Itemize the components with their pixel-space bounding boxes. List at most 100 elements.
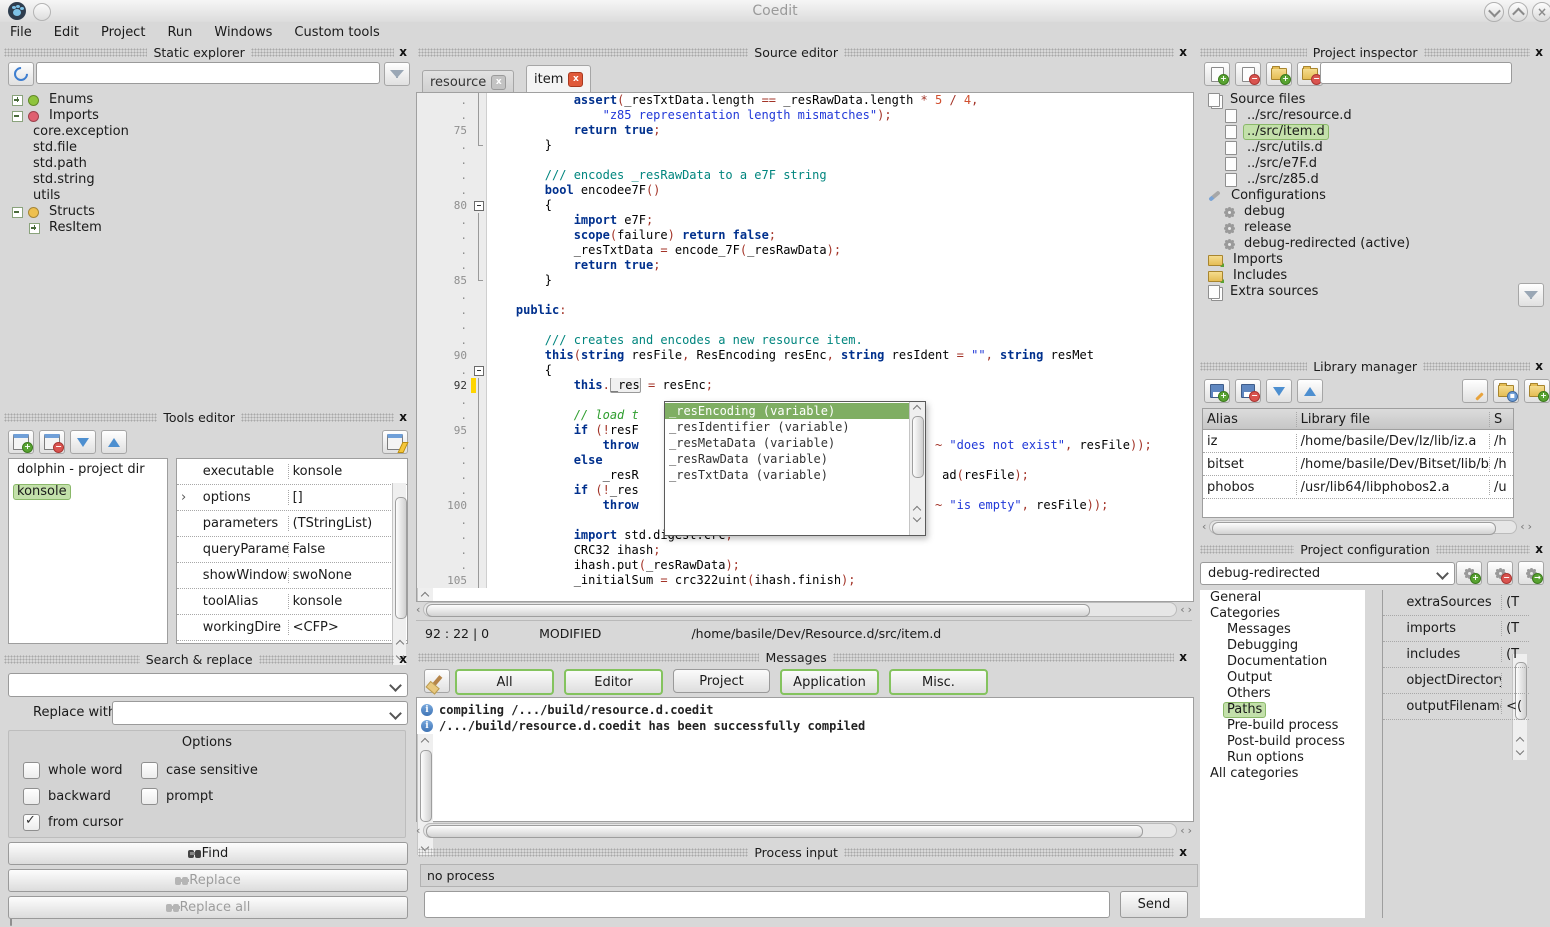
tool-property-row[interactable]: toolAliaskonsole	[177, 589, 407, 615]
library-row[interactable]: phobos/usr/lib64/libphobos2.a/u	[1203, 476, 1513, 499]
folder-add-button[interactable]: +	[1266, 62, 1292, 86]
project-inspector-close-icon[interactable]: x	[1535, 45, 1543, 59]
tool-property-row[interactable]: executablekonsole	[177, 459, 407, 485]
messages-list[interactable]: icompiling /.../build/resource.d.coediti…	[416, 697, 1194, 822]
category-item-others[interactable]: Others	[1200, 686, 1365, 702]
project-item-extra-sources[interactable]: Extra sources	[1202, 284, 1546, 300]
replace-all-button[interactable]: Replace all	[8, 896, 408, 919]
from-cursor-checkbox[interactable]	[23, 814, 40, 831]
messages-filter-editor[interactable]: Editor	[564, 669, 663, 695]
property-value[interactable]: <CFP>	[289, 620, 407, 635]
fold-gutter[interactable]	[471, 153, 487, 168]
fold-collapse-icon[interactable]	[474, 366, 484, 376]
configuration-option-row[interactable]: objectDirectory	[1383, 668, 1529, 694]
gear-run-button[interactable]: →	[1518, 561, 1544, 585]
project-inspector-filter-input[interactable]	[1320, 62, 1512, 84]
move-down-button[interactable]	[1266, 379, 1292, 403]
search-replace-close-icon[interactable]: x	[399, 652, 407, 666]
property-value[interactable]: konsole	[289, 464, 407, 479]
completion-item[interactable]: _resTxtData (variable)	[665, 467, 909, 483]
fold-gutter[interactable]	[471, 108, 487, 123]
project-item-debug-redirected-active[interactable]: debug-redirected (active)	[1202, 236, 1546, 252]
expand-icon[interactable]	[12, 95, 23, 106]
completion-popup[interactable]: _resEncoding (variable)_resIdentifier (v…	[664, 401, 926, 536]
source-editor-close-icon[interactable]: x	[1179, 45, 1187, 59]
expand-icon[interactable]	[29, 223, 40, 234]
fold-gutter[interactable]	[471, 468, 487, 483]
editor-vscrollbar[interactable]	[417, 588, 433, 602]
fold-gutter[interactable]	[471, 213, 487, 228]
category-item-general[interactable]: General	[1200, 590, 1365, 606]
fold-gutter[interactable]	[471, 558, 487, 573]
find-button[interactable]: Find	[8, 842, 408, 865]
fold-gutter[interactable]	[471, 198, 487, 213]
symbol-item-structs[interactable]: Structs	[6, 204, 408, 220]
fold-gutter[interactable]	[471, 528, 487, 543]
project-item-imports[interactable]: Imports	[1202, 252, 1546, 268]
messages-filter-misc[interactable]: Misc.	[889, 669, 988, 695]
project-item-src-item-d[interactable]: ../src/item.d	[1202, 124, 1546, 140]
project-item-src-utils-d[interactable]: ../src/utils.d	[1202, 140, 1546, 156]
doc-add-button[interactable]: +	[1204, 62, 1230, 86]
tools-editor-close-icon[interactable]: x	[399, 410, 407, 424]
messages-filter-all[interactable]: All	[455, 669, 554, 695]
category-item-paths[interactable]: Paths	[1200, 702, 1365, 718]
project-item-src-e7f-d[interactable]: ../src/e7F.d	[1202, 156, 1546, 172]
tool-property-row[interactable]: showWindowswoNone	[177, 563, 407, 589]
library-hscrollbar[interactable]	[1209, 520, 1517, 534]
refresh-button[interactable]	[8, 62, 34, 86]
fold-gutter[interactable]	[471, 168, 487, 183]
column-header-s[interactable]: S	[1490, 412, 1513, 427]
maximize-button[interactable]	[1508, 2, 1528, 22]
prompt-checkbox[interactable]	[141, 788, 158, 805]
tool-property-row[interactable]: queryParameFalse	[177, 537, 407, 563]
collapse-icon[interactable]	[12, 207, 23, 218]
edit-book-button[interactable]	[1462, 379, 1488, 403]
column-header-library-file[interactable]: Library file	[1297, 412, 1490, 427]
replace-input[interactable]	[112, 701, 408, 725]
symbol-item-resitem[interactable]: ResItem	[6, 220, 408, 236]
project-configuration-close-icon[interactable]: x	[1535, 542, 1543, 556]
category-item-messages[interactable]: Messages	[1200, 622, 1365, 638]
fold-gutter[interactable]	[471, 573, 487, 588]
fold-gutter[interactable]	[471, 258, 487, 273]
menu-edit[interactable]: Edit	[54, 25, 79, 40]
configuration-option-row[interactable]: extraSources(T	[1383, 590, 1529, 616]
disk-add-button[interactable]: +	[1204, 379, 1230, 403]
fold-gutter[interactable]	[471, 138, 487, 153]
fold-gutter[interactable]	[471, 183, 487, 198]
menu-windows[interactable]: Windows	[214, 25, 272, 40]
fold-gutter[interactable]	[471, 123, 487, 138]
code-editor[interactable]: . assert(_resTxtData.length == _resRawDa…	[416, 92, 1194, 602]
menu-project[interactable]: Project	[101, 25, 145, 40]
fold-gutter[interactable]	[471, 348, 487, 363]
minimize-button[interactable]	[1484, 2, 1504, 22]
property-value[interactable]: (TStringList)	[289, 516, 407, 531]
tool-property-row[interactable]: ›options[]	[177, 485, 407, 511]
win-run-button[interactable]	[382, 430, 408, 454]
fold-gutter[interactable]	[471, 243, 487, 258]
fold-gutter[interactable]	[471, 333, 487, 348]
project-item-release[interactable]: release	[1202, 220, 1546, 236]
category-item-categories[interactable]: Categories	[1200, 606, 1365, 622]
project-item-src-resource-d[interactable]: ../src/resource.d	[1202, 108, 1546, 124]
whole-word-checkbox[interactable]	[23, 762, 40, 779]
project-item-includes[interactable]: Includes	[1202, 268, 1546, 284]
library-row[interactable]: iz/home/basile/Dev/Iz/lib/iz.a/h	[1203, 430, 1513, 453]
tab-item[interactable]: itemx	[526, 65, 591, 93]
doc-remove-button[interactable]: −	[1235, 62, 1261, 86]
category-item-documentation[interactable]: Documentation	[1200, 654, 1365, 670]
static-explorer-close-icon[interactable]: x	[399, 45, 407, 59]
messages-hscrollbar[interactable]	[423, 823, 1177, 838]
win-add-button[interactable]: +	[8, 430, 34, 454]
property-value[interactable]: False	[289, 542, 407, 557]
category-item-output[interactable]: Output	[1200, 670, 1365, 686]
popup-scrollbar[interactable]	[909, 402, 925, 535]
menu-run[interactable]: Run	[167, 25, 192, 40]
search-input[interactable]	[8, 673, 408, 697]
gear-remove-button[interactable]: −	[1487, 561, 1513, 585]
completion-item[interactable]: _resEncoding (variable)	[665, 403, 909, 419]
fold-gutter[interactable]	[471, 288, 487, 303]
tools-grid-scrollbar[interactable]	[392, 483, 406, 665]
property-value[interactable]: konsole	[289, 594, 407, 609]
